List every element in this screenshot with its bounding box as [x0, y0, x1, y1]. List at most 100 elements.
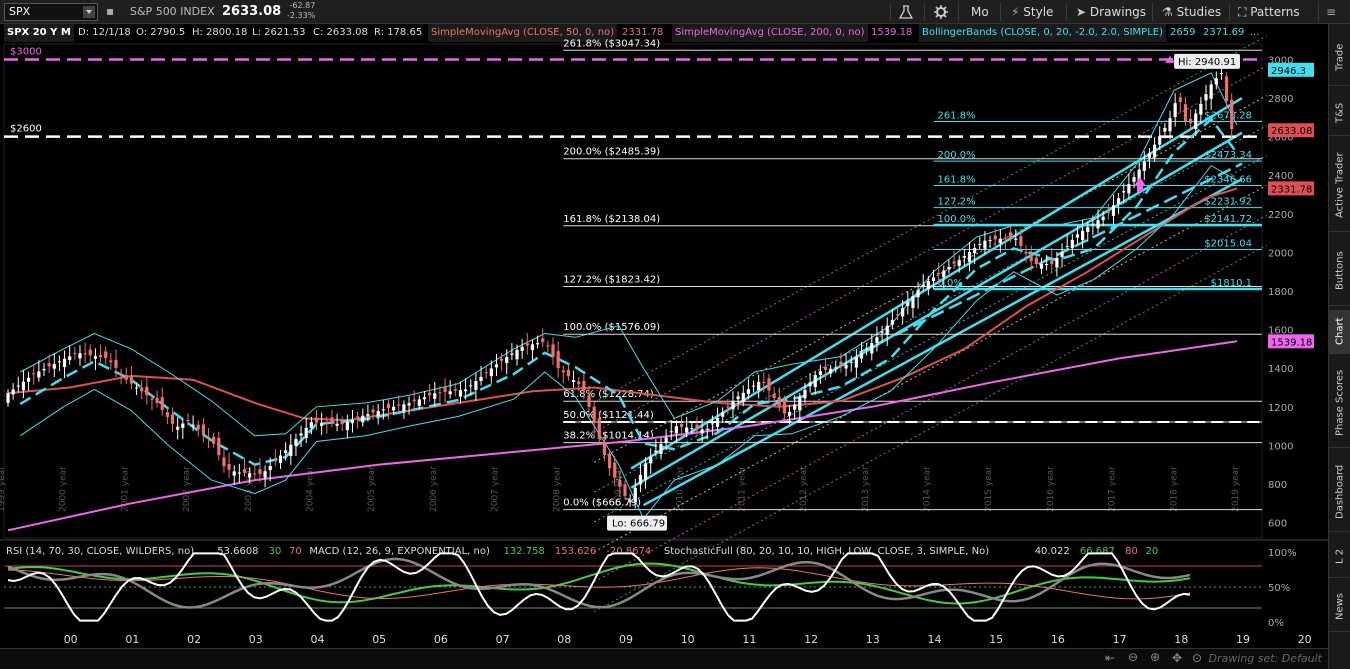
y-axis-tick-label: 1800: [1268, 287, 1293, 298]
candle-body: [376, 410, 380, 417]
x-axis-tick-label: 16: [1051, 633, 1065, 646]
candle-body: [638, 474, 643, 485]
candle-body: [191, 424, 195, 426]
sidebar-tab-t-s[interactable]: T&S: [1329, 90, 1350, 136]
candle-body: [356, 416, 360, 418]
sidebar-tab-trade[interactable]: Trade: [1329, 30, 1350, 86]
fib-right-label: 261.8%: [938, 111, 976, 122]
candle-body: [242, 469, 247, 473]
candle-body: [98, 355, 103, 358]
candle-body: [1117, 198, 1121, 205]
candle-body: [1122, 191, 1126, 193]
candle-body: [957, 260, 961, 266]
candle-body: [443, 386, 447, 392]
indicator-value: 80: [1125, 546, 1138, 557]
candle-body: [11, 389, 15, 395]
sidebar-tab-buttons[interactable]: Buttons: [1329, 236, 1350, 306]
candle-body: [304, 427, 308, 439]
y-axis-tick-label: 2800: [1268, 94, 1293, 105]
sidebar-tab-dashboard[interactable]: Dashboard: [1329, 452, 1350, 532]
x-axis-tick-label: 02: [187, 633, 201, 646]
candle-body: [628, 500, 632, 502]
candle-body: [535, 343, 540, 345]
indicator-label: RSI (14, 70, 30, CLOSE, WILDERS, no): [6, 546, 194, 557]
fib-level-label: 0.0% ($666.79): [563, 498, 641, 509]
x-axis-tick-label: 10: [681, 633, 695, 646]
candle-body: [170, 414, 175, 424]
candle-body: [875, 337, 879, 344]
candle-body: [1045, 263, 1049, 265]
x-axis-tick-label: 18: [1174, 633, 1188, 646]
price-chart[interactable]: 6008001000120014001600180020002200240026…: [0, 0, 1328, 648]
fib-channel-line: [593, 125, 1267, 493]
fib-right-price: $2473.34: [1204, 150, 1252, 161]
sidebar-tab-chart[interactable]: Chart: [1329, 310, 1350, 354]
candle-body: [1224, 76, 1229, 102]
candle-body: [1178, 97, 1182, 102]
candle-body: [983, 240, 987, 249]
candle-body: [926, 281, 930, 290]
indicator-value: 20: [1146, 546, 1159, 557]
sidebar-tab-phase-scores[interactable]: Phase Scores: [1329, 358, 1350, 448]
candle-body: [1183, 104, 1188, 122]
year-label: 2015 year: [984, 466, 994, 512]
right-sidebar: Trade T&S Active Trader Buttons Chart Phase S…: [1328, 24, 1350, 669]
drawing-set-label[interactable]: Drawing set: Default: [1209, 652, 1322, 665]
candle-body: [757, 381, 761, 391]
candle-body: [155, 397, 159, 403]
candle-body: [787, 411, 792, 416]
candle-body: [381, 409, 385, 411]
candle-body: [916, 290, 920, 298]
candle-body: [1147, 152, 1152, 158]
candle-body: [458, 390, 463, 397]
candle-body: [227, 463, 231, 470]
sidebar-tab-news[interactable]: News: [1329, 582, 1350, 632]
candle-body: [1132, 177, 1136, 182]
indicator-value: 70: [289, 546, 302, 557]
candle-body: [803, 389, 807, 399]
y-axis-tick-label: 2000: [1268, 248, 1293, 259]
candle-body: [988, 240, 992, 242]
candle-body: [268, 465, 272, 471]
candle-body: [140, 387, 144, 392]
candle-body: [212, 436, 216, 444]
candle-body: [808, 382, 812, 387]
sidebar-tab-active-trader[interactable]: Active Trader: [1329, 140, 1350, 232]
candle-body: [479, 376, 483, 382]
candle-body: [602, 442, 607, 456]
candle-body: [438, 392, 442, 394]
candle-body: [736, 396, 740, 400]
candle-body: [1111, 205, 1116, 216]
candle-body: [772, 393, 776, 399]
candle-body: [422, 397, 427, 400]
drag-icon[interactable]: ✥: [1172, 651, 1182, 665]
candle-body: [78, 353, 82, 359]
year-label: 2007 year: [491, 466, 501, 512]
zoom-out-icon[interactable]: ⊖: [1128, 650, 1138, 664]
price-tag-label: 2946.3: [1271, 66, 1306, 77]
trend-line: [642, 177, 1243, 507]
candle-body: [320, 422, 324, 427]
candle-body: [448, 391, 452, 395]
candle-body: [890, 319, 894, 325]
sidebar-tab-l-2[interactable]: L 2: [1329, 536, 1350, 578]
candle-body: [690, 428, 694, 430]
y-axis-tick-label: 600: [1268, 519, 1287, 530]
zoom-in-icon[interactable]: ⊕: [1150, 650, 1160, 664]
candle-body: [726, 406, 730, 408]
candle-body: [114, 359, 118, 368]
candle-body: [829, 368, 833, 374]
arrow-left-icon[interactable]: ⇤: [1105, 651, 1115, 665]
candle-body: [217, 437, 221, 456]
candle-body: [613, 462, 617, 478]
candle-body: [710, 423, 715, 425]
year-label: 2014 year: [923, 466, 933, 512]
bottom-bar: ⇤ ⊖ ⊕ ✥ ⊙ Drawing set: Default: [0, 648, 1328, 669]
fib-right-price: $1810.1: [1211, 278, 1252, 289]
pin-icon[interactable]: ⊙: [1192, 651, 1202, 665]
candle-body: [865, 348, 869, 350]
x-axis-tick-label: 07: [496, 633, 510, 646]
indicator-value: -20.8674: [606, 546, 651, 557]
candle-body: [1003, 237, 1008, 239]
candle-body: [654, 450, 658, 453]
